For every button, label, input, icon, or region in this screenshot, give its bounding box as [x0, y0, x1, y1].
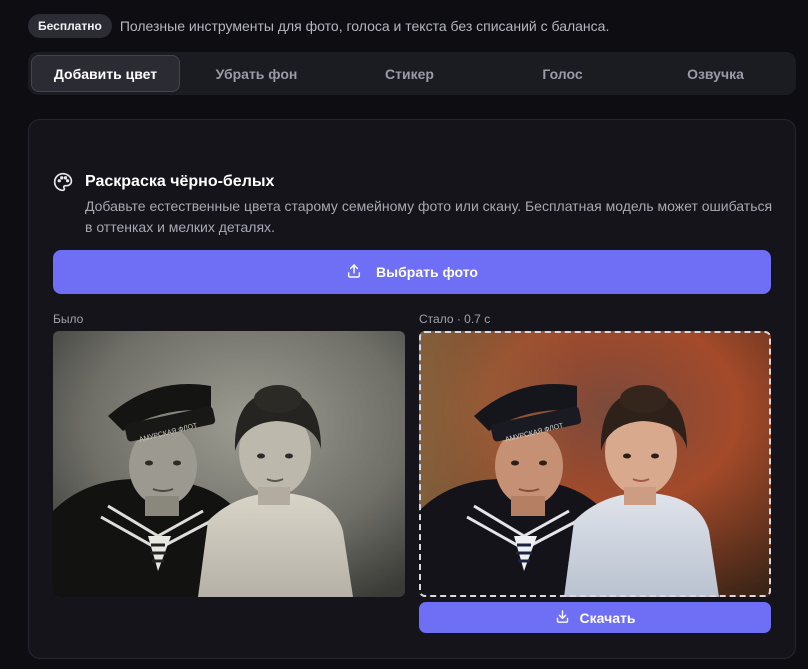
choose-photo-button[interactable]: Выбрать фото — [53, 250, 771, 294]
colorized-photo[interactable]: АМУРСКАЯ ФЛОТ — [419, 331, 771, 597]
tab-voiceover[interactable]: Озвучка — [639, 55, 792, 92]
tool-tabs: Добавить цвет Убрать фон Стикер Голос Оз… — [28, 52, 796, 95]
card-title: Раскраска чёрно-белых — [85, 173, 275, 190]
download-label: Скачать — [579, 609, 636, 626]
choose-photo-label: Выбрать фото — [376, 264, 478, 280]
free-badge: Бесплатно — [28, 14, 112, 38]
card-description: Добавьте естественные цвета старому семе… — [85, 198, 773, 235]
original-photo: АМУРСКАЯ ФЛОТ — [53, 331, 405, 597]
tab-sticker[interactable]: Стикер — [333, 55, 486, 92]
card-header: Раскраска чёрно-белых — [53, 172, 274, 192]
after-label: Стало · 0.7 с — [419, 312, 491, 326]
download-icon — [555, 609, 570, 627]
tab-voice[interactable]: Голос — [486, 55, 639, 92]
top-info-bar: Бесплатно Полезные инструменты для фото,… — [28, 14, 609, 38]
colorize-card: Раскраска чёрно-белых Добавьте естествен… — [28, 119, 796, 659]
top-description: Полезные инструменты для фото, голоса и … — [119, 18, 610, 34]
upload-icon — [346, 263, 362, 282]
before-label: Было — [53, 312, 84, 326]
tab-remove-background[interactable]: Убрать фон — [180, 55, 333, 92]
download-button[interactable]: Скачать — [419, 602, 771, 633]
palette-icon — [53, 172, 73, 192]
tab-add-color[interactable]: Добавить цвет — [31, 55, 180, 92]
